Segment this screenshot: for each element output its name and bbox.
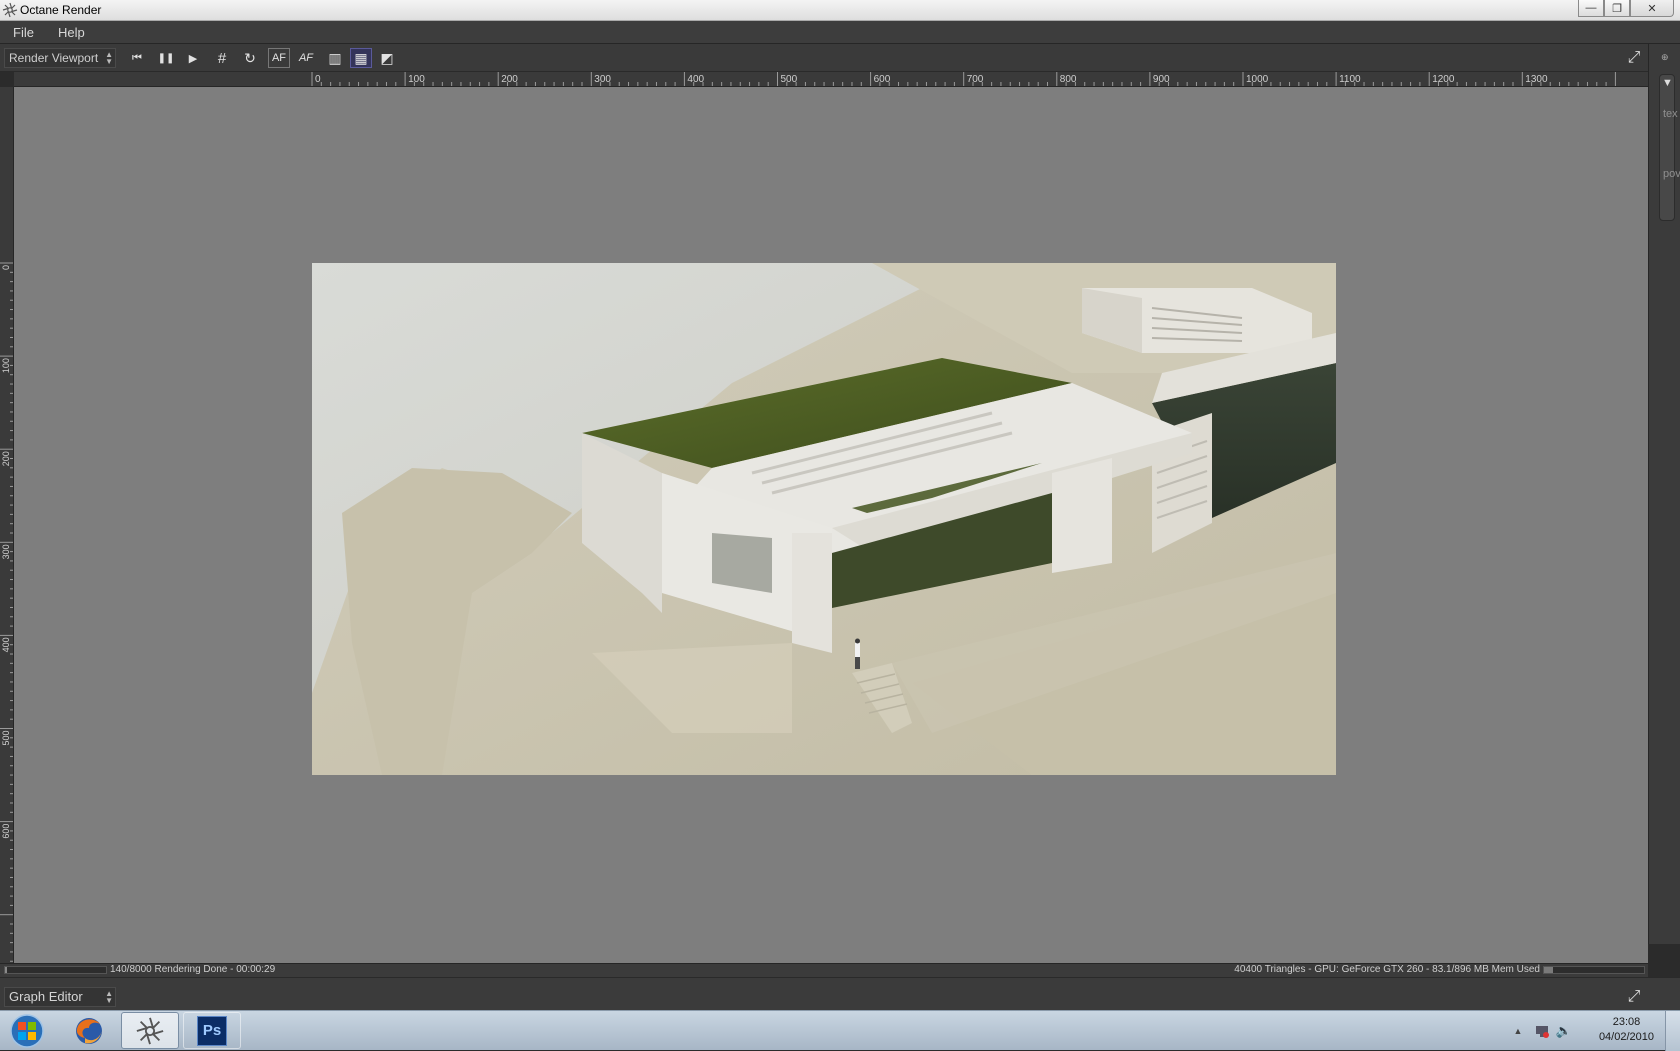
menu-bar: File Help bbox=[0, 21, 1680, 44]
render-toolbar: Render Viewport ▲ ▼ ⏮ ❚❚ ▶ # ↻ AF AF ▥ ▦ … bbox=[0, 44, 1648, 72]
menu-file[interactable]: File bbox=[13, 25, 34, 40]
restart-render-icon: ⏮ bbox=[132, 51, 142, 64]
graph-fullscreen-button[interactable]: ⤢ bbox=[1624, 987, 1644, 1007]
ruler-label: 500 bbox=[781, 74, 798, 85]
volume-icon[interactable]: 🔈 bbox=[1556, 1023, 1572, 1039]
render-viewport[interactable] bbox=[14, 87, 1648, 963]
menu-help[interactable]: Help bbox=[58, 25, 85, 40]
title-bar: Octane Render — ❐ ✕ bbox=[0, 0, 1680, 21]
octane-logo-icon bbox=[2, 2, 18, 18]
windows-taskbar: Ps ▲ 🔈 23:08 04/02/2010 bbox=[0, 1010, 1680, 1051]
pause-render-icon: ❚❚ bbox=[157, 52, 175, 64]
autofocus-picker-button[interactable]: AF bbox=[295, 48, 317, 68]
clock-date: 04/02/2010 bbox=[1598, 1031, 1654, 1043]
graph-editor-select[interactable]: Graph Editor ▲ ▼ bbox=[4, 987, 116, 1007]
horizontal-ruler: 0 100 200 300 400 500 600 700 800 900 1000 1100 1200… bbox=[14, 72, 1648, 87]
render-status-text: 140/8000 Rendering Done - 00:00:29 bbox=[110, 964, 276, 975]
background-checker-button[interactable]: ▦ bbox=[350, 48, 372, 68]
ruler-label: 300 bbox=[594, 74, 611, 85]
ruler-label: 200 bbox=[1, 451, 11, 466]
ruler-label: 700 bbox=[967, 74, 984, 85]
window-controls: — ❐ ✕ bbox=[1578, 0, 1674, 18]
graph-editor-bar: Graph Editor ▲ ▼ ⤢ bbox=[0, 977, 1680, 1010]
ruler-label: 600 bbox=[874, 74, 891, 85]
taskbar-octane[interactable] bbox=[121, 1012, 179, 1049]
ruler-label: 400 bbox=[687, 74, 704, 85]
side-panel-label-tex: tex bbox=[1663, 108, 1678, 120]
collapse-icon[interactable]: ▼ bbox=[1662, 77, 1673, 89]
memory-usage-bar bbox=[1543, 966, 1645, 974]
spinner-arrows-icon: ▲ ▼ bbox=[105, 989, 113, 1005]
ruler-label: 300 bbox=[1, 544, 11, 559]
show-hidden-icons-icon[interactable]: ▲ bbox=[1510, 1023, 1526, 1039]
side-panel-scrollbar[interactable]: ▼ bbox=[1659, 74, 1675, 221]
start-render-icon: ▶ bbox=[188, 52, 198, 65]
show-desktop-button[interactable] bbox=[1665, 1011, 1680, 1051]
taskbar-photoshop[interactable]: Ps bbox=[183, 1012, 241, 1049]
render-progress-bar bbox=[4, 966, 107, 974]
restart-render-button[interactable]: ⏮ bbox=[126, 48, 148, 68]
firefox-icon bbox=[76, 1017, 102, 1044]
clock[interactable]: 23:08 04/02/2010 bbox=[1599, 1015, 1654, 1045]
ruler-label: 600 bbox=[1, 824, 11, 839]
background-checker-icon: ▦ bbox=[354, 49, 368, 66]
gpu-info-text: 40400 Triangles - GPU: GeForce GTX 260 -… bbox=[1234, 964, 1540, 975]
side-panel-label-pov: pov bbox=[1663, 168, 1680, 180]
autofocus-button[interactable]: AF bbox=[268, 48, 290, 68]
autofocus-picker-icon: AF bbox=[298, 52, 314, 64]
background-black-icon: ◩ bbox=[380, 49, 394, 66]
ruler-label: 100 bbox=[1, 358, 11, 373]
window-title: Octane Render bbox=[20, 3, 102, 17]
fullscreen-icon: ⤢ bbox=[1627, 49, 1641, 66]
vertical-ruler: 0 100 200 300 400 500 600 bbox=[0, 87, 14, 963]
ruler-label: 100 bbox=[408, 74, 425, 85]
taskbar-firefox[interactable] bbox=[60, 1012, 118, 1049]
minimize-button[interactable]: — bbox=[1578, 0, 1604, 17]
background-grey-button[interactable]: ▥ bbox=[324, 48, 346, 68]
ruler-label: 0 bbox=[1, 265, 11, 270]
viewport-select-label: Render Viewport bbox=[9, 51, 99, 65]
clock-time: 23:08 bbox=[1612, 1016, 1641, 1028]
network-icon[interactable] bbox=[1534, 1023, 1550, 1039]
maximize-button[interactable]: ❐ bbox=[1604, 0, 1630, 17]
ruler-label: 1200 bbox=[1432, 74, 1455, 85]
refresh-icon: ↻ bbox=[244, 49, 256, 66]
octane-logo-icon bbox=[136, 1017, 164, 1044]
viewport-fullscreen-button[interactable]: ⤢ bbox=[1624, 48, 1644, 68]
fullscreen-icon: ⤢ bbox=[1627, 988, 1641, 1005]
ruler-label: 200 bbox=[501, 74, 518, 85]
region-render-icon: # bbox=[217, 49, 227, 67]
ruler-label: 0 bbox=[315, 74, 321, 85]
ruler-label: 800 bbox=[1060, 74, 1077, 85]
viewport-select[interactable]: Render Viewport ▲ ▼ bbox=[4, 48, 116, 68]
ruler-label: 500 bbox=[1, 731, 11, 746]
start-button[interactable] bbox=[4, 1013, 50, 1049]
graph-editor-label: Graph Editor bbox=[9, 989, 83, 1004]
ruler-label: 1100 bbox=[1339, 74, 1361, 85]
background-grey-icon: ▥ bbox=[328, 49, 342, 66]
pause-render-button[interactable]: ❚❚ bbox=[155, 48, 177, 68]
status-bar: 140/8000 Rendering Done - 00:00:29 40400… bbox=[0, 963, 1648, 977]
panel-pin-icon[interactable]: ⊕ bbox=[1661, 52, 1669, 63]
photoshop-icon: Ps bbox=[197, 1015, 227, 1046]
side-panel: ⊕ ▼ tex pov bbox=[1648, 44, 1680, 944]
ruler-label: 1000 bbox=[1246, 74, 1269, 85]
close-button[interactable]: ✕ bbox=[1630, 0, 1674, 17]
system-tray: ▲ 🔈 23:08 04/02/2010 bbox=[1500, 1011, 1680, 1051]
refresh-button[interactable]: ↻ bbox=[239, 48, 261, 68]
autofocus-icon: AF bbox=[271, 52, 287, 64]
ruler-label: 1300 bbox=[1525, 74, 1548, 85]
render-output-image bbox=[312, 263, 1336, 775]
ruler-label: 900 bbox=[1153, 74, 1170, 85]
ruler-label: 400 bbox=[1, 637, 11, 652]
start-render-button[interactable]: ▶ bbox=[182, 48, 204, 68]
region-render-button[interactable]: # bbox=[211, 48, 233, 68]
spinner-arrows-icon: ▲ ▼ bbox=[105, 50, 113, 66]
background-black-button[interactable]: ◩ bbox=[376, 48, 398, 68]
